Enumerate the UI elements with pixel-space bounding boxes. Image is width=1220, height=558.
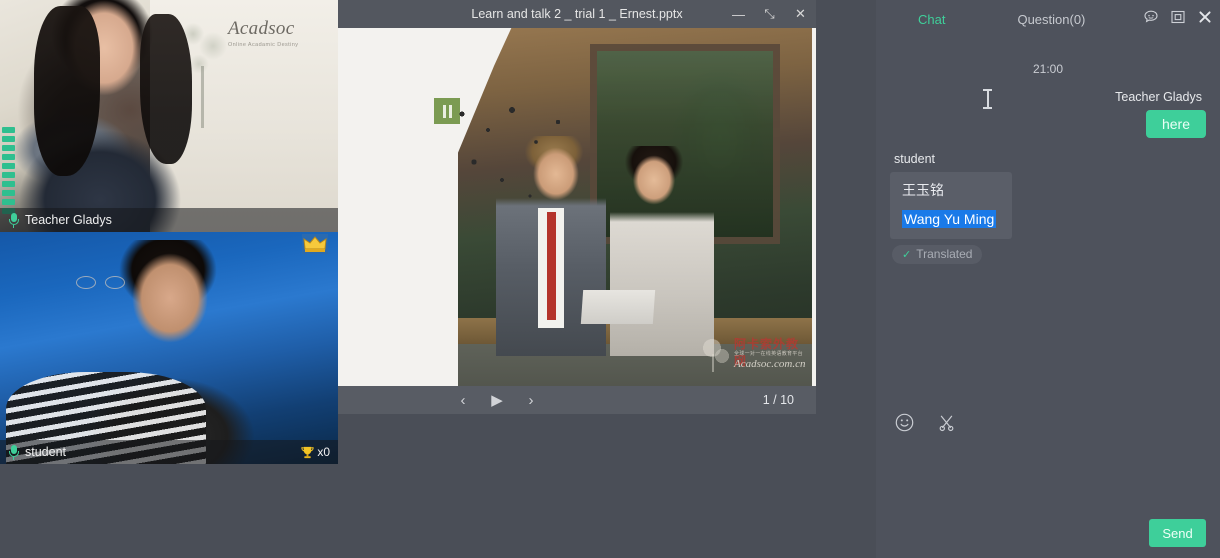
- message-item-teacher: Teacher Gladys here: [890, 76, 1206, 138]
- minimize-icon[interactable]: —: [723, 0, 754, 28]
- acadsoc-logo-tagline: Online Acadamic Destiny: [228, 42, 298, 48]
- text-cursor-icon: [983, 88, 992, 110]
- glasses-icon: [76, 276, 126, 289]
- chat-message-list[interactable]: 21:00 Teacher Gladys here student 王玉铭 Wa…: [876, 36, 1220, 386]
- student-label-text: student: [25, 445, 66, 459]
- next-slide-button[interactable]: ›: [514, 386, 548, 414]
- chat-header-icons: [1142, 8, 1214, 26]
- previous-slide-button[interactable]: ‹: [446, 386, 480, 414]
- microphone-icon: [8, 444, 19, 460]
- window-controls: — ⤡ ✕: [723, 0, 816, 28]
- ink-splash-decoration: [444, 100, 594, 210]
- chat-panel: Chat Question(0): [876, 0, 1220, 558]
- slide-controls: ‹ ▶ › 1 / 10: [338, 386, 816, 414]
- acadsoc-backdrop-logo: Acadsoc Online Acadamic Destiny: [228, 18, 298, 48]
- teacher-name-label: Teacher Gladys: [0, 208, 338, 232]
- close-icon[interactable]: [1196, 8, 1214, 26]
- photo-laptop: [581, 290, 655, 324]
- acadsoc-logo-text: Acadsoc: [228, 18, 298, 40]
- translated-badge: ✓ Translated: [892, 245, 982, 264]
- teacher-person: [12, 0, 197, 232]
- tab-chat[interactable]: Chat: [906, 6, 957, 33]
- restore-icon[interactable]: ⤡: [754, 0, 785, 28]
- video-column-filler: [0, 464, 338, 558]
- student-video-tile[interactable]: [0, 232, 338, 464]
- play-slideshow-button[interactable]: ▶: [480, 386, 514, 414]
- presentation-titlebar[interactable]: Learn and talk 2 _ trial 1 _ Ernest.pptx…: [338, 0, 816, 28]
- message-bubble-incoming[interactable]: 王玉铭 Wang Yu Ming: [890, 172, 1012, 239]
- photo-person-woman: [610, 146, 714, 356]
- student-name-label: student x0: [0, 440, 338, 464]
- chat-header: Chat Question(0): [876, 0, 1220, 36]
- crown-icon: [302, 234, 328, 254]
- slide-page-indicator: 1 / 10: [763, 393, 794, 407]
- acadsoc-watermark: 阿卡索外教网 全球一对一在线英语教育平台 Acadsoc.com.cn: [696, 334, 808, 374]
- teacher-hair-right: [140, 14, 192, 164]
- presentation-title-text: Learn and talk 2 _ trial 1 _ Ernest.pptx: [471, 7, 682, 21]
- chat-tab-bar: Chat Question(0): [876, 6, 1176, 33]
- watermark-url-text: Acadsoc.com.cn: [734, 358, 805, 370]
- restore-window-icon[interactable]: [1169, 8, 1187, 26]
- message-item-student: student 王玉铭 Wang Yu Ming ✓ Translated: [890, 138, 1206, 264]
- scissors-icon[interactable]: [934, 410, 958, 434]
- watermark-tagline-text: 全球一对一在线英语教育平台: [734, 350, 803, 357]
- video-column: Acadsoc Online Acadamic Destiny Teacher …: [0, 0, 338, 558]
- chat-message-input[interactable]: [876, 442, 1220, 514]
- message-sender-name: student: [894, 152, 935, 166]
- teacher-video-tile[interactable]: Acadsoc Online Acadamic Destiny: [0, 0, 338, 232]
- tab-question[interactable]: Question(0): [1005, 6, 1097, 33]
- slide-canvas[interactable]: d Talk nema 阿卡索外教网 全球一对一在线英语教育平台 Acadsoc…: [338, 28, 816, 386]
- check-icon: ✓: [902, 248, 911, 261]
- emoji-smiley-icon[interactable]: [892, 410, 916, 434]
- close-icon[interactable]: ✕: [785, 0, 816, 28]
- audio-level-meter-icon: [2, 118, 15, 214]
- trophy-icon: [300, 445, 315, 460]
- send-button[interactable]: Send: [1149, 519, 1206, 547]
- trophy-counter: x0: [300, 445, 330, 460]
- message-bubble-outgoing[interactable]: here: [1146, 110, 1206, 138]
- translated-badge-text: Translated: [916, 247, 972, 261]
- teacher-hair-left: [34, 6, 100, 176]
- trophy-count-text: x0: [317, 445, 330, 459]
- chat-toolbar: [876, 402, 1220, 442]
- message-translated-text: Wang Yu Ming: [902, 210, 996, 228]
- message-timestamp: 21:00: [890, 62, 1206, 76]
- app-root: Acadsoc Online Acadamic Destiny Teacher …: [0, 0, 1220, 558]
- message-original-text: 王玉铭: [902, 180, 1000, 200]
- microphone-icon: [8, 212, 19, 228]
- message-sender-name: Teacher Gladys: [1115, 90, 1202, 104]
- presentation-window: Learn and talk 2 _ trial 1 _ Ernest.pptx…: [338, 0, 816, 414]
- presentation-below-area: [338, 414, 816, 558]
- watermark-tree-icon: [698, 338, 730, 372]
- teacher-label-text: Teacher Gladys: [25, 213, 112, 227]
- center-gap: [816, 0, 876, 558]
- speech-bubble-icon[interactable]: [1142, 8, 1160, 26]
